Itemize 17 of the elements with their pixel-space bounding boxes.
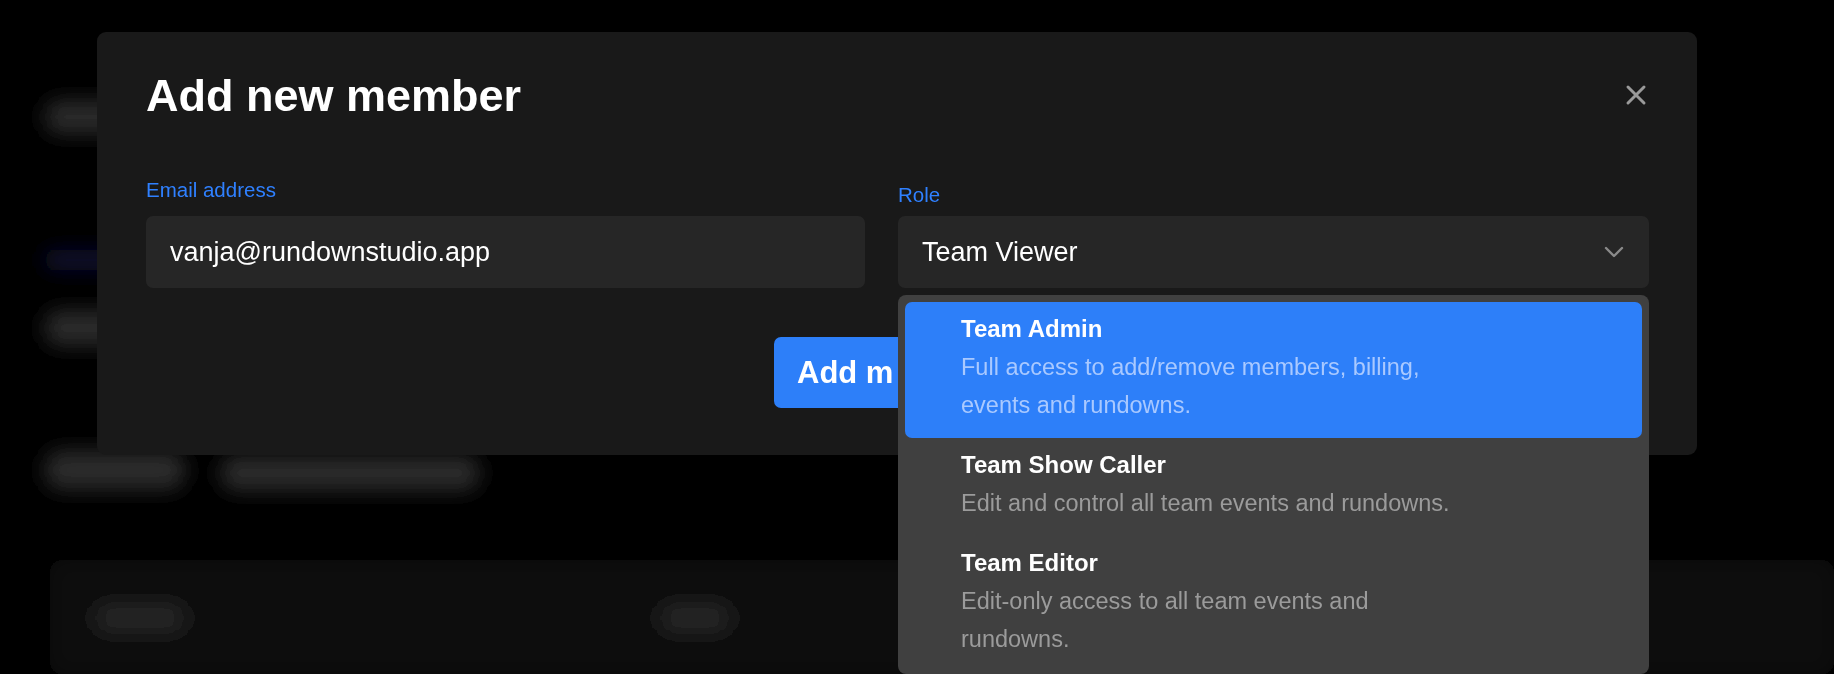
role-description: Edit-only access to all team events and rundowns. [961, 587, 1370, 654]
chevron-down-icon [1603, 245, 1625, 259]
role-name: Team Admin [961, 314, 1104, 344]
field-label: Role [898, 183, 941, 207]
close-icon[interactable] [1625, 84, 1647, 106]
role-option[interactable]: Team Show Caller Edit and control all team events and rundowns. [905, 438, 1642, 536]
add-member-button[interactable]: Add m [774, 337, 898, 408]
field-label: Email address [146, 178, 276, 202]
role-select[interactable]: Team Viewer [898, 216, 1649, 288]
email-field[interactable]: vanja@rundownstudio.app [146, 216, 865, 288]
role-name: Team Show Caller [961, 450, 1167, 480]
role-option[interactable]: Team Admin Full access to add/remove members, billing, events and rundowns. [905, 302, 1642, 438]
role-description: Full access to add/remove members, billing, events and rundowns. [961, 353, 1421, 420]
dialog-title: Add new member [146, 70, 522, 122]
role-description: Edit and control all team events and rundowns. [961, 489, 1451, 518]
role-option[interactable]: Team Editor Edit-only access to all team events and rundowns. [905, 536, 1642, 672]
role-name: Team Editor [961, 548, 1099, 578]
